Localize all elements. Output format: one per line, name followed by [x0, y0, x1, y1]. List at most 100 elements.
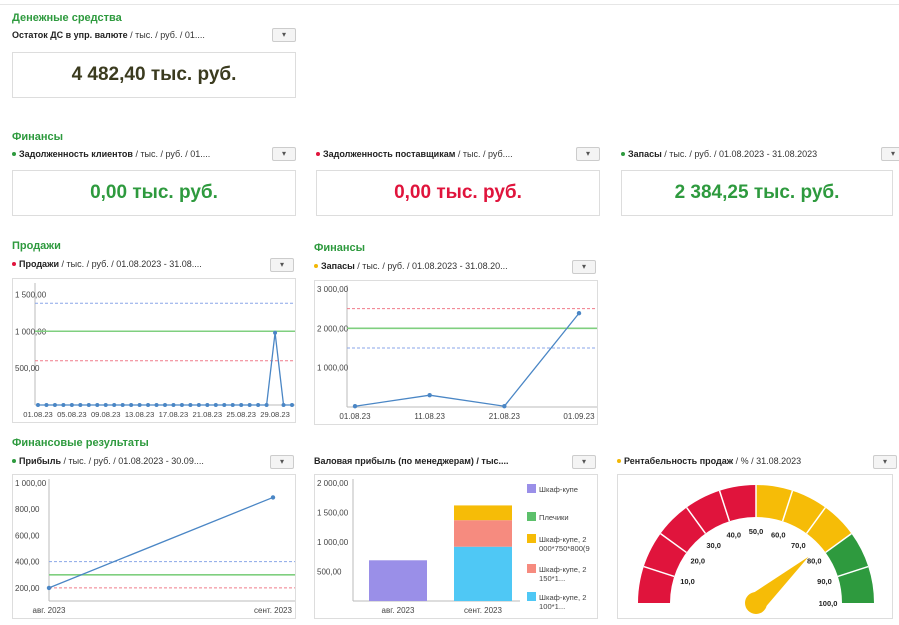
widget-title-inventory: Запасы / тыс. / руб. / 01.08.2023 - 31.0… — [621, 149, 817, 159]
bar-segment — [454, 520, 512, 547]
data-point — [196, 403, 201, 407]
x-tick-label: 01.08.23 — [23, 410, 53, 419]
data-point — [52, 403, 57, 407]
x-tick-label: 17.08.23 — [159, 410, 189, 419]
profitability-gauge-svg: 10,0 20,030,0 40,0 50,0 60,0 70,080,0 90,0 100,… — [638, 485, 874, 614]
data-point — [78, 403, 83, 407]
x-tick-label: 11.08.23 — [414, 412, 445, 421]
section-title-results: Финансовые результаты — [12, 437, 149, 449]
data-point — [502, 404, 507, 409]
y-tick-label: 500,00 — [317, 568, 342, 577]
widget-menu-button[interactable]: ▾ — [272, 147, 296, 161]
data-point — [230, 403, 235, 407]
widget-menu-button[interactable]: ▾ — [272, 28, 296, 42]
data-point — [112, 403, 117, 407]
sales-chart: 1 500,00 1 000,00 500,00 01.08.23 05.08.23 09… — [12, 278, 296, 423]
legend-label: 150*1... — [539, 574, 565, 583]
data-point — [44, 403, 49, 407]
inventory-value: 2 384,25 тыс. руб. — [621, 170, 893, 216]
top-divider — [0, 4, 899, 5]
data-point — [256, 403, 261, 407]
data-point — [239, 403, 244, 407]
widget-title-payables: Задолженность поставщикам / тыс. / руб..… — [316, 149, 513, 159]
widget-title-cash: Остаток ДС в упр. валюте / тыс. / руб. /… — [12, 30, 205, 40]
legend-label: 100*1... — [539, 602, 565, 611]
y-tick-label: 500,00 — [15, 364, 40, 373]
gauge-tick-label: 100,0 — [819, 599, 838, 608]
widget-title-receivables: Задолженность клиентов / тыс. / руб. / 0… — [12, 149, 210, 159]
status-dot — [12, 152, 16, 157]
inventory-line-chart-svg: 3 000,00 2 000,00 1 000,00 01.08.23 11.08.23… — [317, 285, 597, 421]
status-dot — [617, 459, 621, 464]
widget-menu-button[interactable]: ▾ — [873, 455, 897, 469]
widget-menu-button[interactable]: ▾ — [572, 455, 596, 469]
y-tick-label: 2 000,00 — [317, 479, 349, 488]
widget-menu-button[interactable]: ▾ — [576, 147, 600, 161]
y-tick-label: 600,00 — [15, 531, 40, 540]
gauge-tick-label: 70,0 — [791, 541, 806, 550]
widget-title-bold: Остаток ДС в упр. валюте — [12, 30, 128, 40]
profitability-gauge: 10,0 20,0 30,0 40,0 50,0 60,0 70,0 80,0 90,0 100,… — [617, 474, 893, 619]
profit-line-chart-svg: 1 000,00 800,00 600,00 400,00 200,00 авг. 202… — [15, 479, 295, 615]
widget-menu-button[interactable]: ▾ — [270, 258, 294, 272]
data-point — [120, 403, 125, 407]
section-title-sales: Продажи — [12, 240, 61, 252]
bar-segment — [369, 560, 427, 601]
data-point — [222, 403, 227, 407]
sales-line-chart-svg: 1 500,001 000,00500,0001.08.23 05.08.23 09… — [15, 283, 295, 419]
legend-swatch — [527, 592, 536, 601]
data-point — [427, 393, 432, 398]
x-tick-label: авг. 2023 — [33, 606, 66, 615]
x-tick-label: 01.09.23 — [563, 412, 595, 421]
legend-label: Шкаф-купе — [539, 485, 578, 494]
x-tick-label: 05.08.23 — [57, 410, 87, 419]
data-point — [129, 403, 134, 407]
widget-menu-button[interactable]: ▾ — [572, 260, 596, 274]
receivables-value: 0,00 тыс. руб. — [12, 170, 296, 216]
data-point — [46, 585, 52, 591]
gauge-tick-label: 80,0 — [807, 557, 822, 566]
x-tick-label: 01.08.23 — [339, 412, 371, 421]
y-tick-label: 200,00 — [15, 584, 40, 593]
legend-label: 000*750*800(9 — [539, 544, 590, 553]
y-tick-label: 1 000,00 — [317, 538, 349, 547]
data-point — [281, 403, 286, 407]
data-point — [154, 403, 159, 407]
gauge-tick-label: 30,0 — [706, 541, 721, 550]
x-tick-label: 13.08.23 — [125, 410, 155, 419]
x-tick-label: 21.08.23 — [489, 412, 521, 421]
data-point — [576, 311, 582, 316]
data-point — [171, 403, 176, 407]
section-title-finance: Финансы — [12, 131, 64, 143]
y-tick-label: 2 000,00 — [317, 324, 349, 333]
x-tick-label: сент. 2023 — [464, 606, 502, 615]
y-tick-label: 1 000,00 — [317, 364, 349, 373]
data-point — [273, 330, 278, 335]
widget-title-sales: Продажи / тыс. / руб. / 01.08.2023 - 31.… — [12, 259, 202, 269]
data-point — [36, 403, 40, 407]
data-point — [352, 404, 358, 409]
data-point — [163, 403, 167, 407]
legend-label: Шкаф-купе, 2 — [539, 593, 586, 602]
legend-swatch — [527, 512, 536, 521]
legend-swatch — [527, 484, 536, 493]
widget-menu-button[interactable]: ▾ — [881, 147, 899, 161]
gross-profit-chart: 2 000,00 1 500,00 1 000,00 500,00 авг. 2023 с… — [314, 474, 598, 619]
data-point — [146, 403, 151, 407]
gauge-tick-label: 60,0 — [771, 531, 786, 540]
legend-label: Плечики — [539, 513, 569, 522]
widget-title-inventory-chart: Запасы / тыс. / руб. / 01.08.2023 - 31.0… — [314, 261, 508, 271]
data-point — [213, 403, 218, 407]
gauge-tick-label: 90,0 — [817, 577, 832, 586]
widget-title-profitability: Рентабельность продаж / % / 31.08.2023 — [617, 456, 801, 466]
widget-title-gross-profit: Валовая прибыль (по менеджерам) / тыс...… — [314, 456, 509, 466]
x-tick-label: 09.08.23 — [91, 410, 121, 419]
inventory-chart: 3 000,00 2 000,00 1 000,00 01.08.23 11.08.23… — [314, 280, 598, 425]
y-tick-label: 1 500,00 — [317, 509, 349, 518]
section-title-cash: Денежные средства — [12, 12, 122, 24]
widget-menu-button[interactable]: ▾ — [270, 455, 294, 469]
bar-segment — [454, 505, 512, 521]
series-line — [38, 332, 292, 406]
data-point — [179, 403, 184, 407]
gauge-needle-hub — [745, 592, 767, 614]
